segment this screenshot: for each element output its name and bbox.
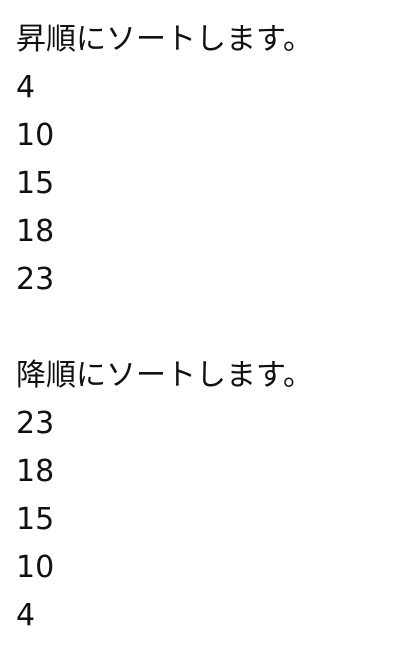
descending-section: 降順にソートします。 23 18 15 10 4 bbox=[16, 352, 396, 640]
descending-value: 10 bbox=[16, 550, 55, 585]
ascending-value: 23 bbox=[16, 262, 55, 297]
ascending-value: 15 bbox=[16, 166, 55, 201]
descending-heading: 降順にソートします。 bbox=[16, 358, 313, 393]
ascending-section: 昇順にソートします。 4 10 15 18 23 bbox=[16, 16, 396, 304]
descending-value: 23 bbox=[16, 406, 55, 441]
ascending-value: 4 bbox=[16, 70, 36, 105]
ascending-value: 18 bbox=[16, 214, 55, 249]
descending-value: 4 bbox=[16, 598, 36, 633]
descending-value: 18 bbox=[16, 454, 55, 489]
console-output: 昇順にソートします。 4 10 15 18 23 降順にソートします。 23 1… bbox=[16, 16, 396, 640]
descending-value: 15 bbox=[16, 502, 55, 537]
ascending-heading: 昇順にソートします。 bbox=[16, 22, 313, 57]
ascending-value: 10 bbox=[16, 118, 55, 153]
